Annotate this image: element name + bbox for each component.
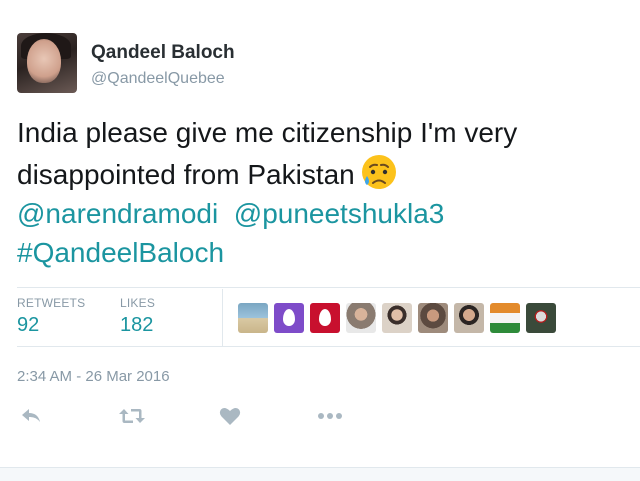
liker-avatar-egg-purple[interactable]	[274, 303, 304, 333]
author-handle[interactable]: @QandeelQuebee	[91, 70, 225, 88]
like-button[interactable]	[217, 403, 243, 429]
tweet-timestamp[interactable]: 2:34 AM - 26 Mar 2016	[17, 368, 170, 385]
retweets-stat[interactable]: RETWEETS 92	[17, 296, 85, 337]
retweets-count: 92	[17, 314, 40, 336]
stats-divider-top	[17, 287, 640, 288]
liker-avatar-flag[interactable]	[490, 303, 520, 333]
egg-icon	[283, 309, 295, 326]
sad-crying-face-icon	[361, 155, 396, 189]
liker-avatar-man-1[interactable]	[346, 303, 376, 333]
likes-label: LIKES	[120, 296, 156, 310]
reply-icon	[22, 409, 40, 422]
author-avatar[interactable]	[17, 33, 77, 93]
more-dots-icon	[318, 413, 342, 419]
tweet-line-4: #QandeelBaloch	[17, 233, 632, 272]
stats-vertical-divider	[222, 289, 223, 346]
liker-avatar-joker[interactable]	[526, 303, 556, 333]
bottom-bar	[0, 467, 640, 481]
more-button[interactable]	[317, 403, 343, 429]
liker-avatar-beach[interactable]	[238, 303, 268, 333]
egg-icon	[319, 309, 331, 326]
mention-narendramodi[interactable]: @narendramodi	[17, 198, 218, 229]
liker-avatar-man-3[interactable]	[418, 303, 448, 333]
liker-avatar-man-2[interactable]	[382, 303, 412, 333]
likes-stat[interactable]: LIKES 182	[120, 296, 155, 337]
tweet-line-1: India please give me citizenship I'm ver…	[17, 117, 518, 148]
liker-avatar-egg-red[interactable]	[310, 303, 340, 333]
tweet-line-2-text: disappointed from Pakistan	[17, 159, 355, 190]
avatar-face	[27, 39, 61, 83]
retweets-label: RETWEETS	[17, 296, 86, 310]
liker-avatar-man-4[interactable]	[454, 303, 484, 333]
stats-divider-bottom	[17, 346, 640, 347]
reply-button[interactable]	[18, 403, 44, 429]
tweet-line-2: disappointed from Pakistan	[17, 152, 632, 194]
heart-icon	[219, 408, 241, 425]
mention-puneetshukla3[interactable]: @puneetshukla3	[234, 198, 445, 229]
retweet-icon	[119, 409, 145, 423]
retweet-button[interactable]	[119, 403, 145, 429]
author-display-name[interactable]: Qandeel Baloch	[91, 42, 235, 64]
hashtag-qandeelbaloch[interactable]: #QandeelBaloch	[17, 237, 224, 268]
tweet-line-3: @narendramodi @puneetshukla3	[17, 194, 632, 233]
likes-count: 182	[120, 314, 154, 336]
tweet-text: India please give me citizenship I'm ver…	[17, 113, 632, 272]
